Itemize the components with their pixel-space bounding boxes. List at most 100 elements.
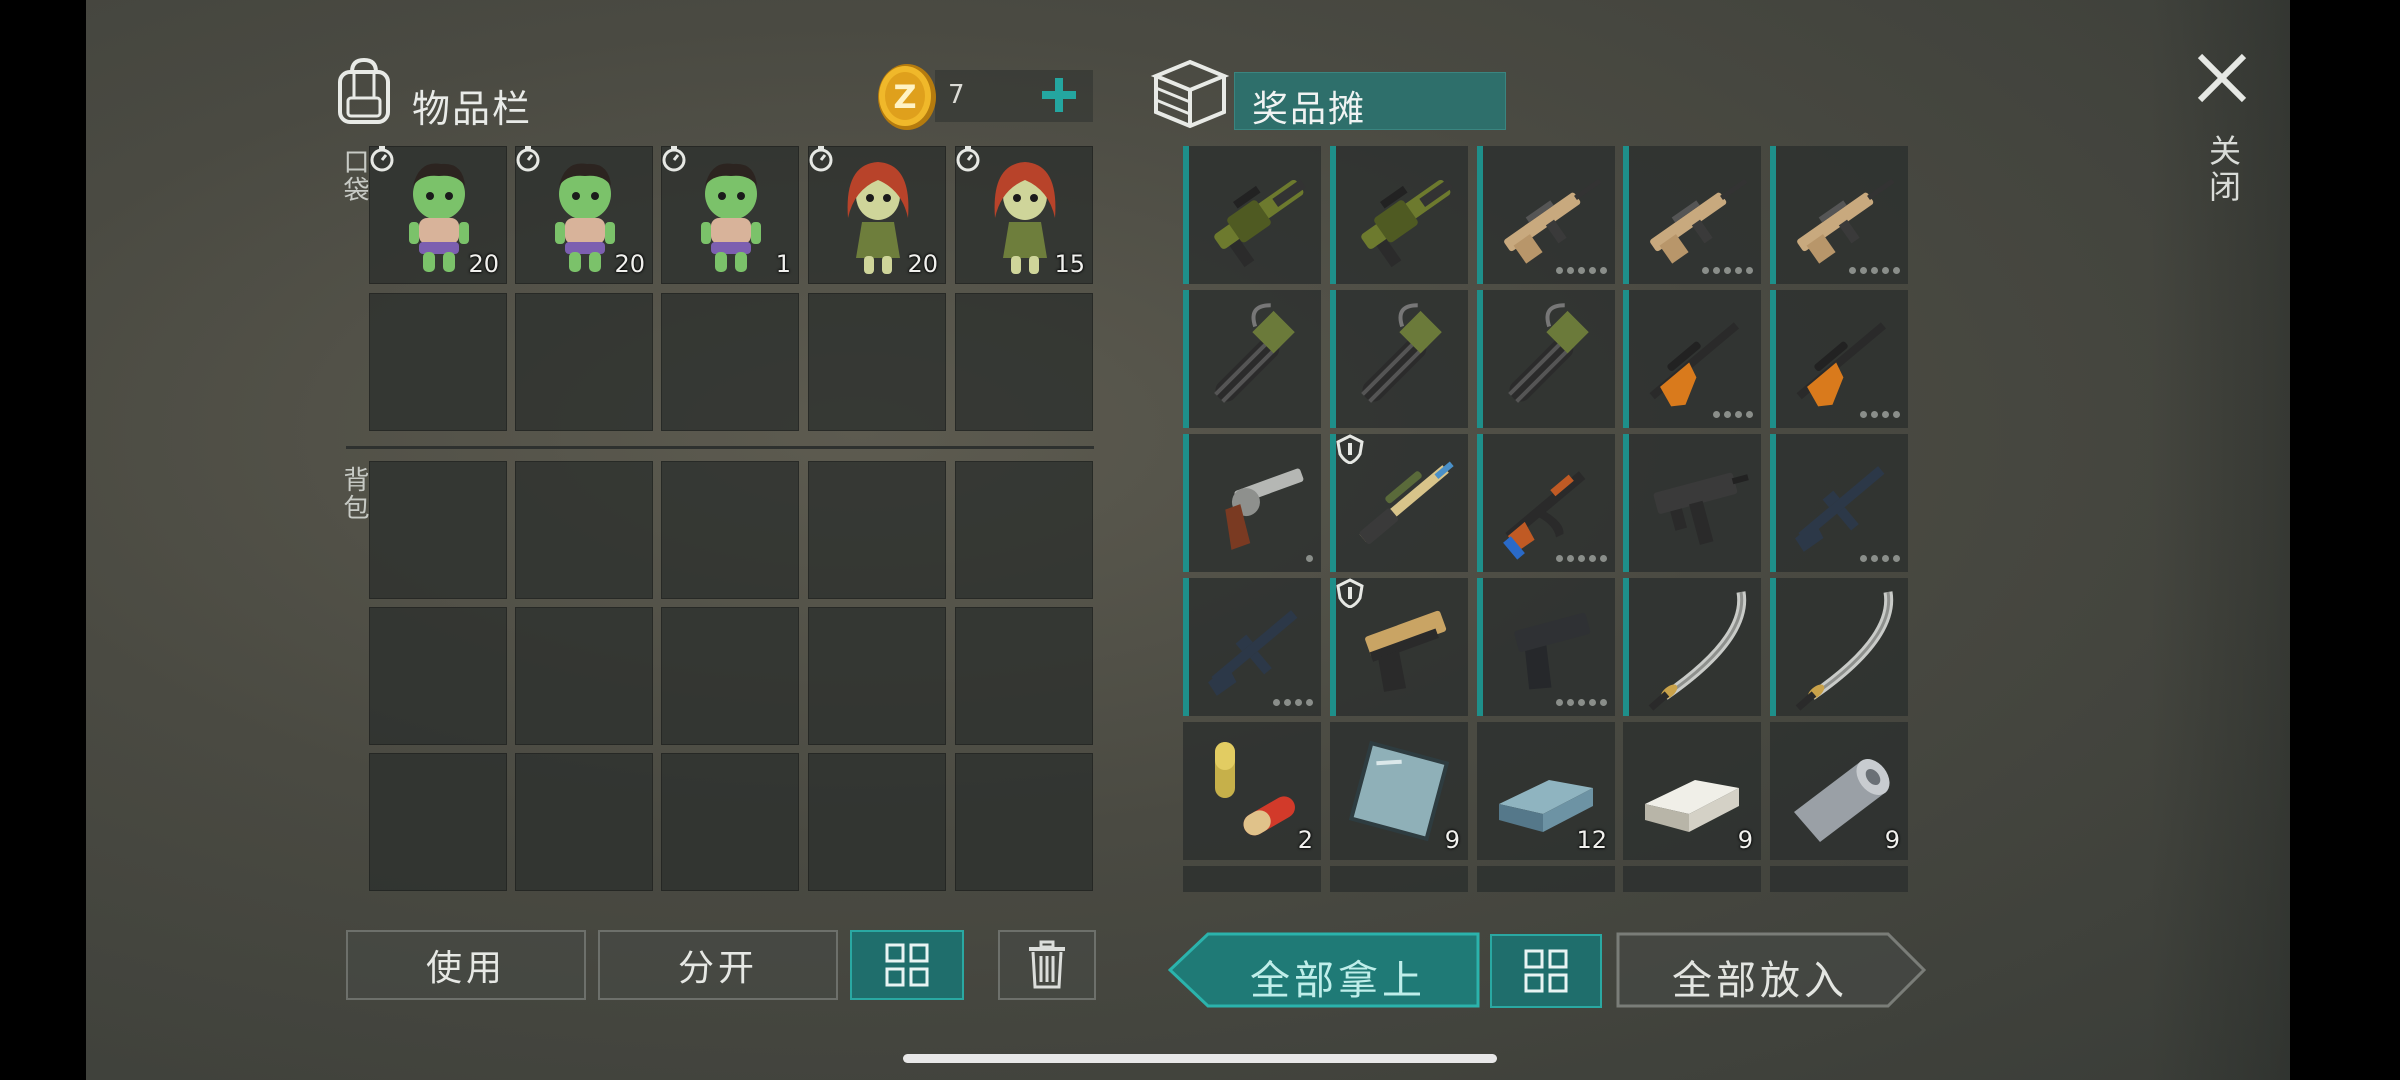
home-indicator[interactable] (903, 1054, 1497, 1063)
trash-button[interactable] (998, 930, 1096, 1000)
backpack-slot[interactable] (955, 753, 1093, 891)
grenade-launcher-icon (1214, 179, 1306, 268)
durability-dots (1273, 699, 1313, 706)
pocket-slot-empty[interactable] (808, 293, 946, 431)
pocket-slot-empty[interactable] (955, 293, 1093, 431)
minigun-icon (1214, 303, 1295, 403)
backpack-slot[interactable] (955, 461, 1093, 599)
crate-slot-partial[interactable] (1330, 866, 1468, 892)
backpack-slot[interactable] (515, 753, 653, 891)
crate-slot[interactable]: 9 (1623, 722, 1761, 860)
crate-slot[interactable] (1770, 434, 1908, 572)
crate-slot[interactable]: 2 (1183, 722, 1321, 860)
crate-slot[interactable] (1330, 290, 1468, 428)
close-icon[interactable] (2194, 50, 2250, 106)
crate-slot[interactable]: 9 (1330, 722, 1468, 860)
katana-icon (1795, 591, 1894, 711)
uzi-icon (1653, 472, 1749, 545)
crate-slot[interactable] (1183, 434, 1321, 572)
item-count: 9 (1444, 826, 1460, 854)
revolver-icon (1225, 468, 1304, 550)
crate-slot[interactable]: 9 (1770, 722, 1908, 860)
coin-icon: Z (878, 64, 936, 130)
backpack-slot[interactable] (515, 461, 653, 599)
crate-slot[interactable] (1183, 578, 1321, 716)
pocket-slot-empty[interactable] (661, 293, 799, 431)
inventory-title: 物品栏 (412, 87, 533, 131)
crate-slot[interactable] (1477, 146, 1615, 284)
assault-rifle-tan-icon (1504, 178, 1602, 264)
crate-slot[interactable] (1770, 290, 1908, 428)
crate-slot[interactable] (1183, 146, 1321, 284)
timer-icon (956, 146, 980, 172)
close-label[interactable]: 关闭 (2200, 134, 2246, 206)
crate-slot[interactable] (1770, 578, 1908, 716)
crate-slot[interactable] (1623, 290, 1761, 428)
backpack-slot[interactable] (661, 753, 799, 891)
split-button[interactable]: 分开 (598, 930, 838, 1000)
m16-rifle-icon (1795, 466, 1885, 552)
pocket-slot-zombie-doll-girl[interactable]: 15 (955, 146, 1093, 284)
crate-slot-partial[interactable] (1623, 866, 1761, 892)
grid-icon (885, 943, 929, 987)
crate-slot-partial[interactable] (1183, 866, 1321, 892)
crate-slot[interactable] (1477, 578, 1615, 716)
grid-icon (1524, 949, 1568, 993)
crate-title: 奖品摊 (1252, 89, 1367, 130)
crate-slot-partial[interactable] (1770, 866, 1908, 892)
crate-slot[interactable] (1477, 434, 1615, 572)
backpack-slot[interactable] (369, 753, 507, 891)
crate-slot[interactable]: 12 (1477, 722, 1615, 860)
durability-dots (1306, 555, 1313, 562)
backpack-slot[interactable] (369, 461, 507, 599)
backpack-slot[interactable] (808, 461, 946, 599)
item-count: 20 (614, 250, 645, 278)
pocket-slot-empty[interactable] (369, 293, 507, 431)
durability-dots (1849, 267, 1900, 274)
backpack-slot[interactable] (661, 461, 799, 599)
crate-slot[interactable] (1330, 434, 1468, 572)
crate-slot[interactable] (1183, 290, 1321, 428)
add-coins-button[interactable] (1036, 72, 1082, 118)
svg-text:Z: Z (893, 78, 916, 116)
crate-icon (1150, 59, 1230, 129)
use-button[interactable]: 使用 (346, 930, 586, 1000)
backpack-slot[interactable] (808, 607, 946, 745)
hunting-rifle-icon (1796, 322, 1886, 407)
backpack-slot[interactable] (955, 607, 1093, 745)
crate-slot-partial[interactable] (1477, 866, 1615, 892)
coin-count: 7 (948, 80, 965, 110)
durability-dots (1556, 267, 1607, 274)
trash-icon (1029, 940, 1065, 989)
backpack-slot[interactable] (661, 607, 799, 745)
backpack-slot[interactable] (515, 607, 653, 745)
ak-rifle-icon (1503, 471, 1586, 560)
crate-slot[interactable] (1623, 434, 1761, 572)
crate-slot[interactable] (1770, 146, 1908, 284)
backpack-slot[interactable] (369, 607, 507, 745)
crate-slot[interactable] (1477, 290, 1615, 428)
assault-rifle-tan-icon (1650, 178, 1748, 264)
crate-slot[interactable] (1623, 146, 1761, 284)
backpack-label: 背包 (339, 466, 369, 522)
pocket-slot-zombie-doll-boy[interactable]: 20 (369, 146, 507, 284)
pocket-slot-zombie-doll-boy[interactable]: 20 (515, 146, 653, 284)
crate-slot[interactable] (1330, 578, 1468, 716)
crate-slot[interactable] (1330, 146, 1468, 284)
item-count: 15 (1054, 250, 1085, 278)
item-count: 9 (1737, 826, 1753, 854)
crate-slot[interactable] (1623, 578, 1761, 716)
timer-icon (809, 146, 833, 172)
minigun-icon (1361, 303, 1442, 403)
item-count: 20 (468, 250, 499, 278)
pocket-slot-empty[interactable] (515, 293, 653, 431)
pistol-icon (1514, 612, 1591, 690)
sort-crate-button[interactable] (1490, 934, 1602, 1008)
backpack-slot[interactable] (808, 753, 946, 891)
sort-inventory-button[interactable] (850, 930, 964, 1000)
durability-dots (1556, 555, 1607, 562)
pocket-slot-zombie-doll-girl[interactable]: 20 (808, 146, 946, 284)
durability-dots (1556, 699, 1607, 706)
item-count: 9 (1884, 826, 1900, 854)
pocket-slot-zombie-doll-boy[interactable]: 1 (661, 146, 799, 284)
